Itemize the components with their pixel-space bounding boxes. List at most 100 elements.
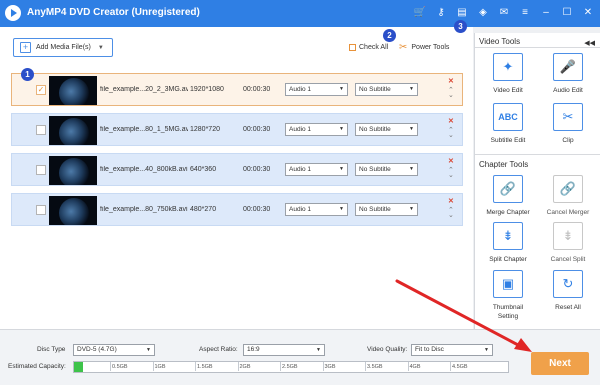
save-icon[interactable]: ▤ <box>456 6 468 19</box>
broken-link-icon[interactable]: 🔗 <box>553 175 583 203</box>
video-thumbnail[interactable] <box>49 196 97 225</box>
cancel-split-icon[interactable]: ⇟ <box>553 222 583 250</box>
share-icon[interactable]: ◈ <box>477 6 489 19</box>
abc-icon[interactable]: ABC <box>493 103 523 131</box>
reorder-icon[interactable]: ⌃ ⌄ <box>448 127 454 139</box>
tool-cancel-merger[interactable]: 🔗 Cancel Merger <box>538 175 598 217</box>
file-checkbox[interactable] <box>36 165 46 175</box>
chevron-down-icon: ▼ <box>316 347 321 353</box>
link-icon[interactable]: 🔗 <box>493 175 523 203</box>
capacity-tick: 2.5GB <box>280 362 298 371</box>
magic-wand-icon[interactable]: ✦ <box>493 53 523 81</box>
check-all-toggle[interactable]: Check All <box>349 44 388 51</box>
scissors-icon[interactable]: ✂ <box>553 103 583 131</box>
chevron-down-icon: ▼ <box>409 126 414 132</box>
video-thumbnail[interactable] <box>49 76 97 105</box>
reorder-icon[interactable]: ⌃ ⌄ <box>448 207 454 219</box>
subtitle-select[interactable]: No Subtitle ▼ <box>355 83 418 96</box>
next-button[interactable]: Next <box>531 352 589 375</box>
file-checkbox[interactable] <box>36 205 46 215</box>
chevron-down-icon: ▼ <box>339 126 344 132</box>
microphone-icon[interactable]: 🎤 <box>553 53 583 81</box>
check-all-checkbox[interactable] <box>349 44 356 51</box>
tool-label: Reset All <box>555 304 581 311</box>
add-media-button[interactable]: + Add Media File(s) ▼ <box>13 38 113 57</box>
aspect-ratio-label: Aspect Ratio: <box>199 346 238 353</box>
file-checkbox[interactable]: ✓ <box>36 85 46 95</box>
tool-clip[interactable]: ✂ Clip <box>538 103 598 145</box>
tool-cancel-split[interactable]: ⇟ Cancel Split <box>538 222 598 264</box>
close-icon[interactable]: ✕ <box>582 6 594 19</box>
aspect-ratio-select[interactable]: 16:9 ▼ <box>243 344 325 356</box>
tool-label: Cancel Merger <box>546 209 590 216</box>
tool-reset-all[interactable]: ↻ Reset All <box>538 270 598 312</box>
chevron-down-icon: ▼ <box>409 206 414 212</box>
file-row[interactable]: file_example...80_750kB.avi 480*270 00:00:… <box>11 193 463 226</box>
file-row[interactable]: ✓ file_example...20_2_3MG.avi 1920*1080 00:… <box>11 73 463 106</box>
file-checkbox[interactable] <box>36 125 46 135</box>
subtitle-select[interactable]: No Subtitle ▼ <box>355 203 418 216</box>
minimize-icon[interactable]: – <box>540 6 552 19</box>
chevron-down-icon: ▼ <box>146 347 151 353</box>
reset-icon[interactable]: ↻ <box>553 270 583 298</box>
aspect-ratio-value: 16:9 <box>247 346 260 353</box>
reorder-icon[interactable]: ⌃ ⌄ <box>448 87 454 99</box>
abc-icon-glyph: ABC <box>498 112 518 122</box>
video-thumbnail[interactable] <box>49 116 97 145</box>
chevron-down-icon: ▼ <box>409 86 414 92</box>
reorder-icon[interactable]: ⌃ ⌄ <box>448 167 454 179</box>
file-name: file_example...40_800kB.avi <box>100 166 188 173</box>
tool-audio-edit[interactable]: 🎤 Audio Edit <box>538 53 598 95</box>
remove-file-icon[interactable]: ✕ <box>448 197 454 205</box>
menu-icon[interactable]: ≡ <box>519 6 531 19</box>
capacity-bar: 0.5GB 1GB 1.5GB 2GB 2.5GB 3GB 3.5GB 4GB 4.5GB <box>73 361 509 373</box>
check-all-label: Check All <box>359 44 389 51</box>
thumbnail-icon[interactable]: ▣ <box>493 270 523 298</box>
tools-panel: Video Tools ◀◀ ✦ Video Edit 🎤 Audio Edit ABC… <box>474 33 600 329</box>
collapse-panel-icon[interactable]: ◀◀ <box>584 39 595 47</box>
file-row[interactable]: file_example...40_800kB.avi 640*360 00:00:… <box>11 153 463 186</box>
key-icon[interactable]: ⚷ <box>435 6 447 19</box>
video-quality-select[interactable]: Fit to Disc ▼ <box>411 344 493 356</box>
tool-label: Clip <box>562 137 574 144</box>
video-quality-value: Fit to Disc <box>415 346 444 353</box>
file-resolution: 640*360 <box>190 166 217 173</box>
tool-label: Cancel Split <box>550 256 586 263</box>
remove-file-icon[interactable]: ✕ <box>448 157 454 165</box>
capacity-tick: 4.5GB <box>450 362 468 371</box>
capacity-used-fill <box>74 362 83 372</box>
chevron-down-icon[interactable]: ▼ <box>98 45 104 51</box>
remove-file-icon[interactable]: ✕ <box>448 117 454 125</box>
cart-icon[interactable]: 🛒 <box>414 6 426 19</box>
file-row[interactable]: file_example...80_1_5MG.avi 1280*720 00:00… <box>11 113 463 146</box>
video-thumbnail[interactable] <box>49 156 97 185</box>
tool-video-edit[interactable]: ✦ Video Edit <box>478 53 538 95</box>
tool-subtitle-edit[interactable]: ABC Subtitle Edit <box>478 103 538 145</box>
reset-icon-glyph: ↻ <box>562 276 574 291</box>
remove-file-icon[interactable]: ✕ <box>448 77 454 85</box>
video-quality-label: Video Quality: <box>367 346 408 353</box>
disc-type-select[interactable]: DVD-5 (4.7G) ▼ <box>73 344 155 356</box>
subtitle-select[interactable]: No Subtitle ▼ <box>355 163 418 176</box>
audio-track-select[interactable]: Audio 1 ▼ <box>285 123 348 136</box>
video-tools-heading: Video Tools <box>479 37 521 46</box>
file-duration: 00:00:30 <box>243 206 271 213</box>
file-list-area: + Add Media File(s) ▼ Check All ✂ Power … <box>0 27 473 329</box>
feedback-icon[interactable]: ✉ <box>498 6 510 19</box>
split-icon[interactable]: ⇟ <box>493 222 523 250</box>
power-tools-button[interactable]: ✂ Power Tools <box>399 42 449 53</box>
step-badge-3: 3 <box>454 20 467 33</box>
subtitle-value: No Subtitle <box>359 206 391 213</box>
tool-split-chapter[interactable]: ⇟ Split Chapter <box>478 222 538 264</box>
audio-track-select[interactable]: Audio 1 ▼ <box>285 83 348 96</box>
tool-merge-chapter[interactable]: 🔗 Merge Chapter <box>478 175 538 217</box>
bottom-bar: Disc Type DVD-5 (4.7G) ▼ Aspect Ratio: 16… <box>0 329 600 385</box>
broken-link-icon-glyph: 🔗 <box>559 181 577 196</box>
subtitle-select[interactable]: No Subtitle ▼ <box>355 123 418 136</box>
maximize-icon[interactable]: ☐ <box>561 6 573 19</box>
audio-track-select[interactable]: Audio 1 ▼ <box>285 163 348 176</box>
power-tools-label: Power Tools <box>411 44 450 51</box>
audio-track-select[interactable]: Audio 1 ▼ <box>285 203 348 216</box>
split-icon-glyph: ⇟ <box>502 228 514 243</box>
tool-thumbnail-setting[interactable]: ▣ Thumbnail Setting <box>478 270 538 321</box>
